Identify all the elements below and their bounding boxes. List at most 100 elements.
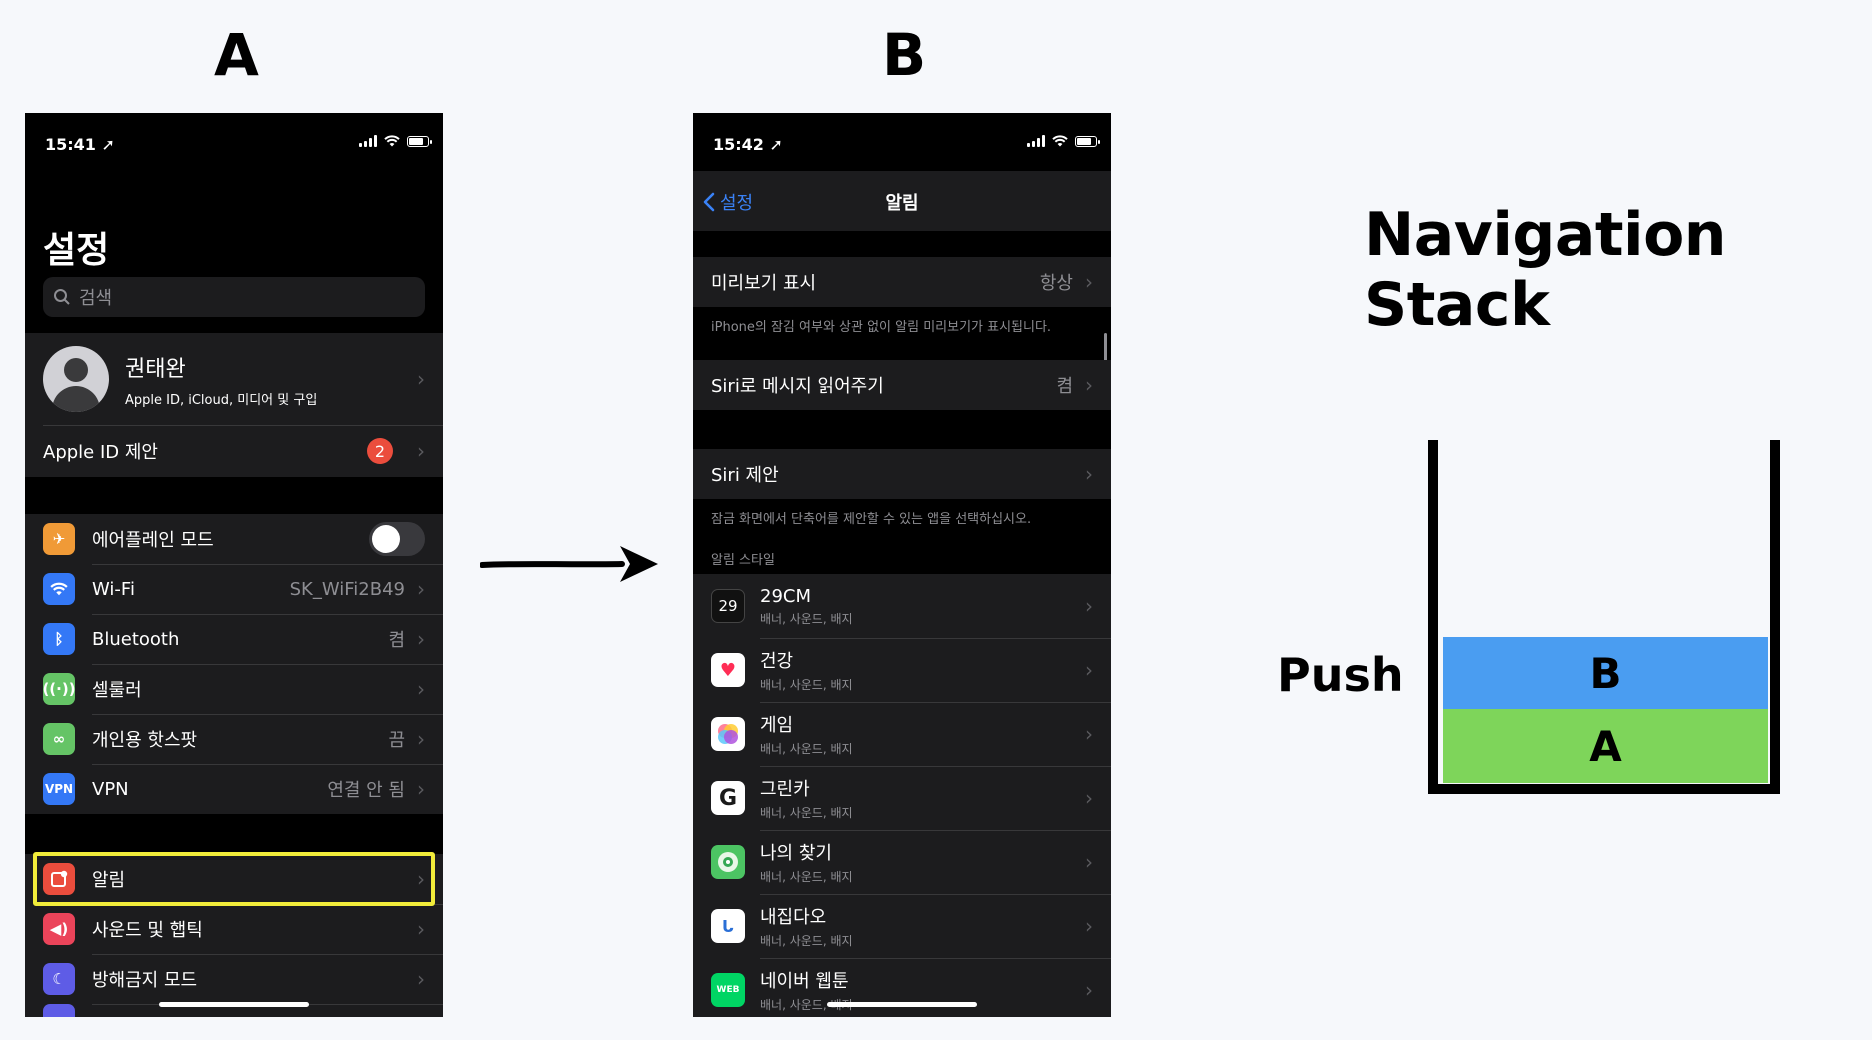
show-previews-value: 항상 — [1039, 273, 1073, 294]
vpn-value: 연결 안 됨 — [327, 780, 405, 801]
app-row-health[interactable]: ♥ 건강 배너, 사운드, 배지 › — [693, 638, 1111, 702]
battery-icon — [407, 135, 432, 147]
status-icons — [359, 135, 432, 147]
label-b: B — [882, 21, 927, 89]
naver-webtoon-icon: WEB — [711, 973, 745, 1007]
chevron-right-icon: › — [1085, 978, 1093, 1002]
app-row-naejipdao[interactable]: ᒐ 내집다오 배너, 사운드, 배지 › — [693, 894, 1111, 958]
wifi-status-icon — [1052, 135, 1068, 147]
profile-name: 권태완 — [125, 356, 186, 382]
status-bar: 15:41 ➚ — [25, 113, 443, 171]
status-time: 15:42 ➚ — [713, 135, 783, 154]
profile-subtitle: Apple ID, iCloud, 미디어 및 구입 — [125, 392, 318, 408]
selection-highlight — [33, 852, 435, 906]
search-icon — [54, 289, 70, 305]
chevron-right-icon: › — [1085, 658, 1093, 682]
style-section-header: 알림 스타일 — [711, 553, 775, 568]
siri-suggestions-row[interactable]: Siri 제안 › — [693, 449, 1111, 499]
health-icon: ♥ — [711, 653, 745, 687]
app-list: 29 29CM 배너, 사운드, 배지 › ♥ 건강 배너, 사운드, 배지 › 게… — [693, 574, 1111, 1017]
chevron-right-icon: › — [1085, 594, 1093, 618]
cellular-icon: ((·)) — [42, 673, 76, 705]
chevron-right-icon: › — [417, 677, 425, 701]
status-bar: 15:42 ➚ — [693, 113, 1111, 171]
do-not-disturb-row[interactable]: ☾ 방해금지 모드 › — [25, 954, 443, 1004]
status-time: 15:41 ➚ — [45, 135, 115, 154]
hotspot-icon: ∞ — [43, 723, 75, 755]
app-row-naver-webtoon[interactable]: WEB 네이버 웹툰 배너, 사운드, 배지 › — [693, 958, 1111, 1017]
chevron-right-icon: › — [1085, 850, 1093, 874]
chevron-right-icon: › — [1085, 462, 1093, 486]
bluetooth-value: 켬 — [388, 630, 405, 651]
airplane-mode-toggle[interactable] — [369, 522, 425, 556]
avatar — [43, 346, 109, 412]
stack-item-a: A — [1443, 709, 1768, 783]
status-icons — [1027, 135, 1100, 147]
navigation-bar: 설정 알림 — [693, 171, 1111, 231]
siri-read-messages-row[interactable]: Siri로 메시지 읽어주기 켬 › — [693, 360, 1111, 410]
notification-badge: 2 — [367, 438, 393, 464]
phone-b-notifications: 15:42 ➚ 설정 알림 미리보기 표시 항상 › iPhone의 잠김 여부… — [693, 113, 1111, 1017]
stack-item-b: B — [1443, 637, 1768, 709]
preview-group: 미리보기 표시 항상 › — [693, 257, 1111, 307]
chevron-right-icon: › — [417, 967, 425, 991]
preview-footer: iPhone의 잠김 여부와 상관 없이 알림 미리보기가 표시됩니다. — [711, 320, 1052, 335]
wifi-status-icon — [384, 135, 400, 147]
chevron-right-icon: › — [1085, 373, 1093, 397]
home-indicator — [827, 1002, 977, 1007]
chevron-right-icon: › — [1085, 914, 1093, 938]
app-row-29cm[interactable]: 29 29CM 배너, 사운드, 배지 › — [693, 574, 1111, 638]
signal-icon — [1027, 135, 1045, 147]
chevron-right-icon: › — [417, 777, 425, 801]
hotspot-row[interactable]: ∞ 개인용 핫스팟 끔 › — [25, 714, 443, 764]
cellular-row[interactable]: ((·)) 셀룰러 › — [25, 664, 443, 714]
bluetooth-row[interactable]: ᛒ Bluetooth 켬 › — [25, 614, 443, 664]
profile-group: 권태완 Apple ID, iCloud, 미디어 및 구입 › Apple I… — [25, 333, 443, 477]
find-my-icon — [711, 845, 745, 879]
partial-row-icon — [43, 1004, 75, 1017]
wifi-row[interactable]: Wi-Fi SK_WiFi2B49 › — [25, 564, 443, 614]
siri-footer: 잠금 화면에서 단축어를 제안할 수 있는 앱을 선택하십시오. — [711, 512, 1032, 527]
signal-icon — [359, 135, 377, 147]
apple-id-suggestions-row[interactable]: Apple ID 제안 2 › — [25, 425, 443, 477]
chevron-right-icon: › — [1085, 722, 1093, 746]
wifi-icon — [43, 573, 75, 605]
arrow-right-icon — [480, 546, 658, 582]
profile-row[interactable]: 권태완 Apple ID, iCloud, 미디어 및 구입 › — [25, 333, 443, 425]
airplane-icon: ✈ — [43, 523, 75, 555]
app-row-greencar[interactable]: G 그린카 배너, 사운드, 배지 › — [693, 766, 1111, 830]
siri-read-value: 켬 — [1056, 376, 1073, 397]
chevron-right-icon: › — [417, 727, 425, 751]
chevron-right-icon: › — [1085, 270, 1093, 294]
chevron-right-icon: › — [417, 577, 425, 601]
show-previews-row[interactable]: 미리보기 표시 항상 › — [693, 257, 1111, 307]
chevron-right-icon: › — [417, 367, 425, 391]
app-row-game-center[interactable]: 게임 배너, 사운드, 배지 › — [693, 702, 1111, 766]
chevron-right-icon: › — [417, 439, 425, 463]
page-title: 설정 — [43, 230, 110, 271]
siri-read-group: Siri로 메시지 읽어주기 켬 › — [693, 360, 1111, 410]
airplane-mode-row[interactable]: ✈ 에어플레인 모드 — [25, 514, 443, 564]
label-a: A — [214, 21, 259, 89]
nav-title: 알림 — [885, 193, 919, 214]
chevron-right-icon: › — [417, 627, 425, 651]
phone-a-settings: 15:41 ➚ 설정 검색 권태완 Apple ID, iCloud, 미디어 … — [25, 113, 443, 1017]
chevron-right-icon: › — [417, 917, 425, 941]
vpn-row[interactable]: VPN VPN 연결 안 됨 › — [25, 764, 443, 814]
naejipdao-icon: ᒐ — [711, 909, 745, 943]
moon-icon: ☾ — [43, 963, 75, 995]
diagram-title: Navigation Stack — [1364, 200, 1727, 340]
greencar-icon: G — [711, 781, 745, 815]
hotspot-value: 끔 — [388, 730, 405, 751]
bluetooth-icon: ᛒ — [43, 623, 75, 655]
29cm-icon: 29 — [711, 589, 745, 623]
search-input[interactable]: 검색 — [43, 277, 425, 317]
vpn-icon: VPN — [43, 773, 75, 805]
home-indicator — [159, 1002, 309, 1007]
app-row-find-my[interactable]: 나의 찾기 배너, 사운드, 배지 › — [693, 830, 1111, 894]
search-placeholder: 검색 — [79, 288, 113, 309]
network-group: ✈ 에어플레인 모드 Wi-Fi SK_WiFi2B49 › ᛒ Bluetoo… — [25, 514, 443, 814]
wifi-value: SK_WiFi2B49 — [289, 578, 405, 600]
sound-haptics-row[interactable]: ◀) 사운드 및 햅틱 › — [25, 904, 443, 954]
siri-suggestions-group: Siri 제안 › — [693, 449, 1111, 499]
